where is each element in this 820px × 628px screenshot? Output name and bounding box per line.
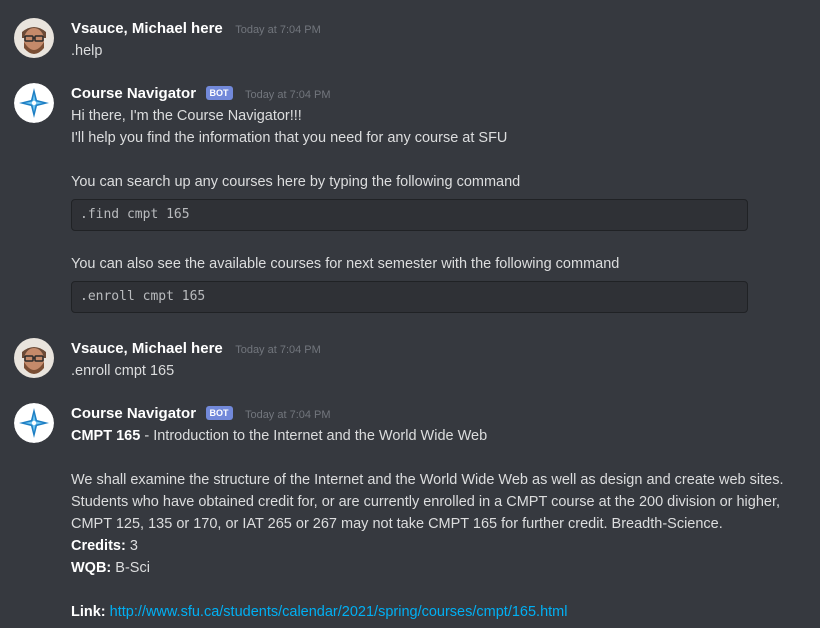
course-description: Students who have obtained credit for, o…: [71, 494, 781, 510]
course-code: CMPT 165: [71, 428, 141, 444]
link-line: Link: http://www.sfu.ca/students/calenda…: [71, 601, 816, 623]
username[interactable]: Course Navigator: [71, 405, 196, 422]
user-avatar[interactable]: [14, 338, 54, 378]
message-line: I'll help you find the information that …: [71, 130, 508, 146]
course-link[interactable]: http://www.sfu.ca/students/calendar/2021…: [110, 604, 568, 620]
message-line: You can search up any courses here by ty…: [71, 174, 521, 190]
credits-value: 3: [125, 538, 138, 554]
timestamp: Today at 7:04 PM: [244, 409, 331, 421]
wqb-label: WQB:: [71, 560, 112, 576]
code-block: .find cmpt 165: [71, 199, 748, 231]
timestamp: Today at 7:04 PM: [235, 344, 321, 356]
code-block: .enroll cmpt 165: [71, 281, 748, 313]
wqb-line: WQB: B-Sci: [71, 557, 816, 579]
wqb-value: B-Sci: [111, 560, 150, 576]
message-text: .help: [71, 43, 103, 59]
message-line: You can also see the available courses f…: [71, 256, 620, 272]
course-description: CMPT 125, 135 or 170, or IAT 265 or 267 …: [71, 516, 723, 532]
message-text: .enroll cmpt 165: [71, 363, 175, 379]
course-title: - Introduction to the Internet and the W…: [140, 428, 488, 444]
user-avatar[interactable]: [14, 18, 54, 58]
timestamp: Today at 7:04 PM: [235, 24, 321, 36]
username[interactable]: Vsauce, Michael here: [71, 20, 223, 37]
credits-line: Credits: 3: [71, 535, 816, 557]
link-label: Link:: [71, 604, 106, 620]
bot-tag: BOT: [205, 406, 233, 420]
bot-avatar[interactable]: [14, 403, 54, 443]
timestamp: Today at 7:04 PM: [244, 89, 331, 101]
bot-avatar[interactable]: [14, 83, 54, 123]
message-line: Hi there, I'm the Course Navigator!!!: [71, 108, 302, 124]
course-title-line: CMPT 165 - Introduction to the Internet …: [71, 425, 816, 447]
course-description: We shall examine the structure of the In…: [71, 472, 784, 488]
chat-messages: Vsauce, Michael here Today at 7:04 PM .h…: [0, 0, 820, 628]
bot-tag: BOT: [205, 86, 233, 100]
username[interactable]: Course Navigator: [71, 85, 196, 102]
credits-label: Credits:: [71, 538, 126, 554]
username[interactable]: Vsauce, Michael here: [71, 340, 223, 357]
